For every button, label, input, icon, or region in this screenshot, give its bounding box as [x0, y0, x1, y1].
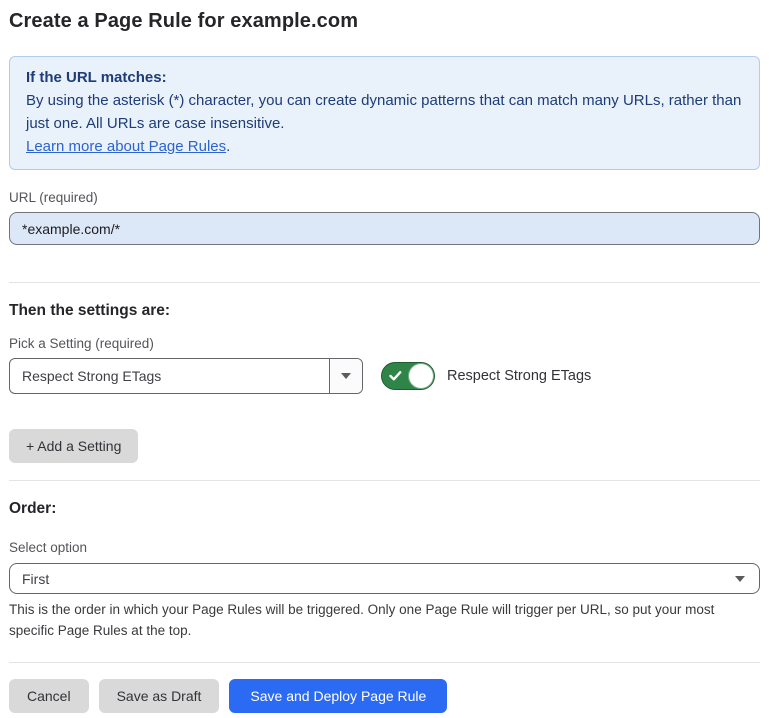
order-select[interactable]: First — [9, 563, 760, 594]
order-help-text: This is the order in which your Page Rul… — [9, 599, 760, 641]
order-select-value: First — [22, 571, 49, 587]
url-field-label: URL (required) — [9, 190, 760, 205]
url-match-info-box: If the URL matches: By using the asteris… — [9, 56, 760, 170]
divider — [9, 662, 760, 663]
setting-select-arrow-button[interactable] — [329, 359, 362, 393]
toggle-knob[interactable] — [409, 364, 433, 388]
info-box-heading: If the URL matches: — [26, 66, 743, 89]
check-icon — [389, 371, 402, 382]
toggle-label: Respect Strong ETags — [447, 368, 591, 384]
cancel-button[interactable]: Cancel — [9, 679, 89, 713]
save-and-deploy-button[interactable]: Save and Deploy Page Rule — [229, 679, 447, 713]
page-title: Create a Page Rule for example.com — [9, 10, 760, 33]
setting-select[interactable]: Respect Strong ETags — [9, 358, 363, 394]
learn-more-link[interactable]: Learn more about Page Rules — [26, 138, 226, 155]
settings-section-heading: Then the settings are: — [9, 302, 760, 320]
link-suffix: . — [226, 138, 230, 155]
divider — [9, 282, 760, 283]
chevron-down-icon — [735, 576, 745, 582]
pick-setting-label: Pick a Setting (required) — [9, 336, 760, 351]
save-as-draft-button[interactable]: Save as Draft — [99, 679, 220, 713]
chevron-down-icon — [341, 373, 351, 379]
info-box-body: By using the asterisk (*) character, you… — [26, 89, 743, 135]
select-option-label: Select option — [9, 540, 760, 555]
footer-actions: Cancel Save as Draft Save and Deploy Pag… — [9, 679, 760, 713]
url-input[interactable] — [9, 212, 760, 245]
info-box-link-line: Learn more about Page Rules. — [26, 135, 743, 158]
add-setting-button[interactable]: + Add a Setting — [9, 429, 138, 463]
setting-row: Respect Strong ETags Respect Strong ETag… — [9, 358, 760, 394]
setting-select-value: Respect Strong ETags — [10, 359, 329, 393]
respect-strong-etags-toggle[interactable] — [381, 362, 435, 390]
create-page-rule-panel: Create a Page Rule for example.com If th… — [0, 10, 769, 713]
divider — [9, 480, 760, 481]
order-section-heading: Order: — [9, 500, 760, 518]
